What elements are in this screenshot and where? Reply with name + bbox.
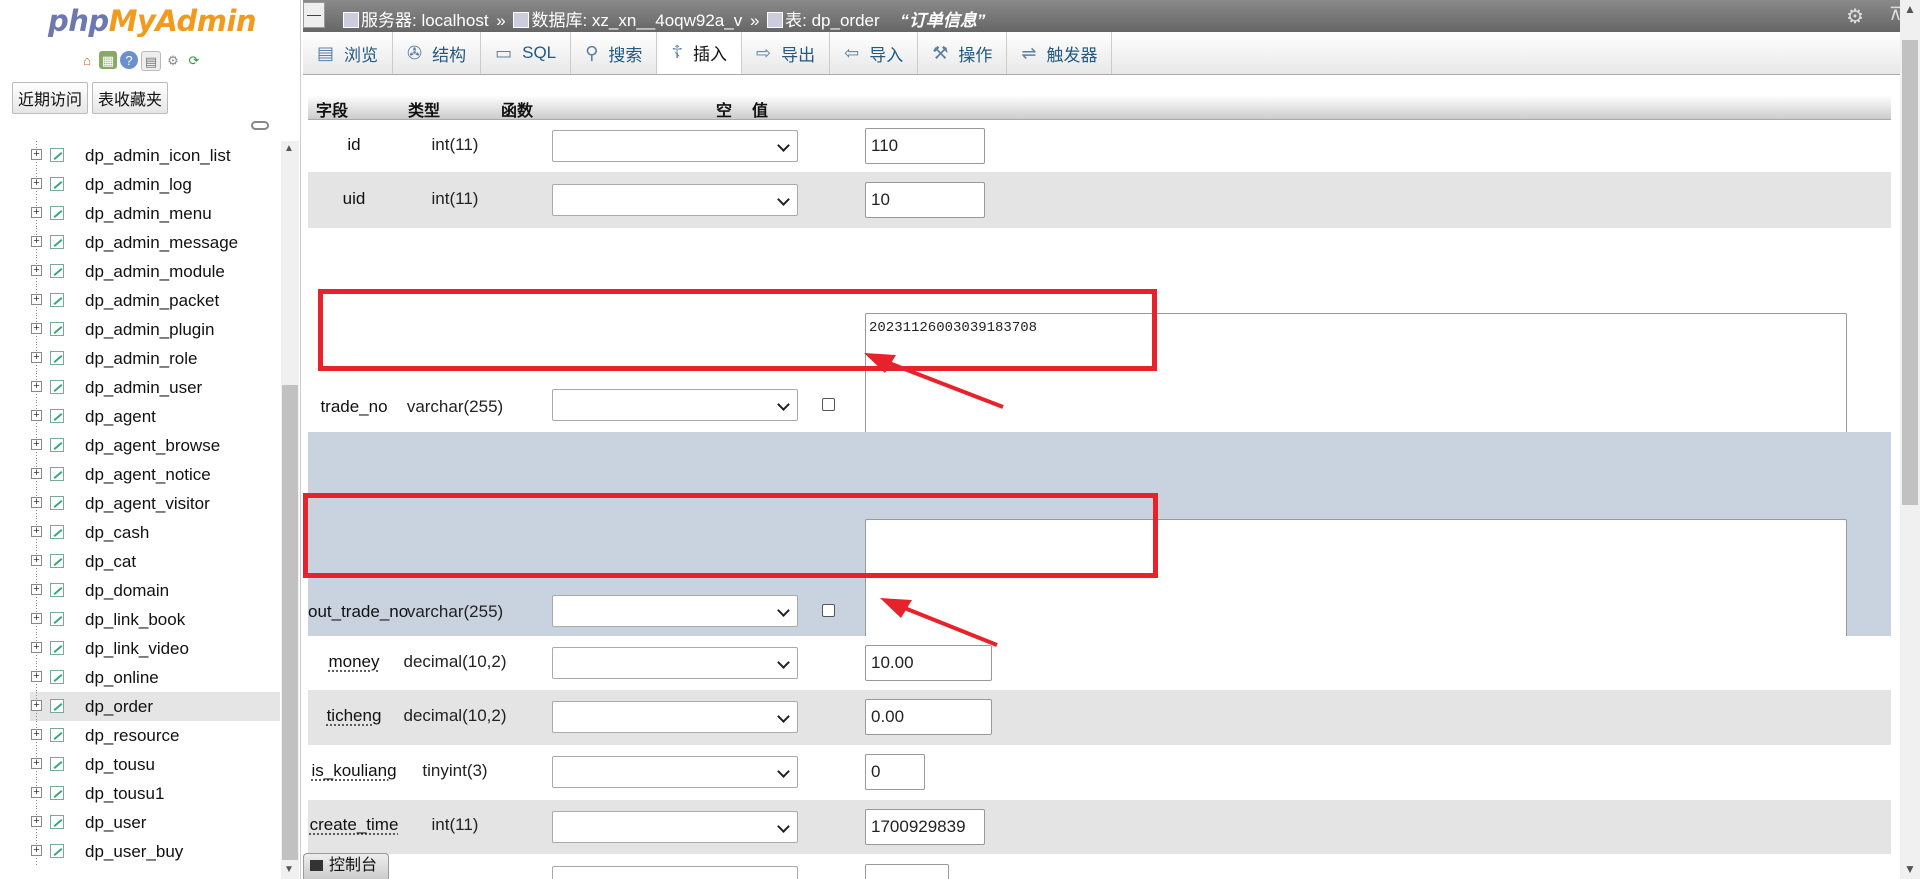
annotation-arrow xyxy=(891,601,998,647)
scroll-down-icon[interactable]: ▼ xyxy=(1904,862,1916,876)
annotation-arrows xyxy=(864,353,1004,647)
console-icon xyxy=(310,860,323,871)
scroll-up-icon[interactable]: ▲ xyxy=(1904,2,1916,16)
annotation-arrow xyxy=(875,356,1004,409)
main-scrollbar-thumb[interactable] xyxy=(1902,40,1918,505)
console-button[interactable]: 控制台 xyxy=(303,853,389,879)
